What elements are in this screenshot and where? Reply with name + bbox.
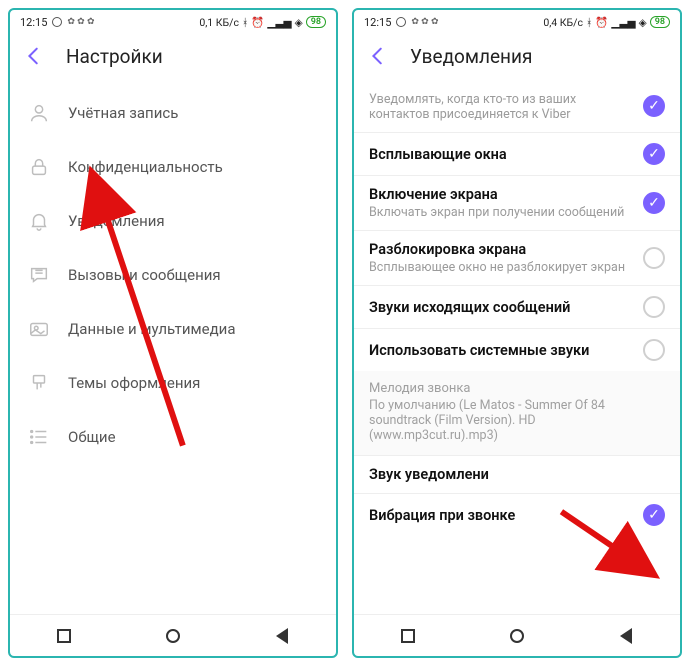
statusbar: 12:15 ✿ ✿ ✿ 0,1 КБ/с ᚼ ⏰ ▁▃▅ ◈ 98 [10, 10, 336, 32]
appbar: Настройки [10, 32, 336, 80]
toggle-radio[interactable] [643, 296, 665, 318]
whatsapp-icon [395, 16, 407, 28]
menu-item-label: Учётная запись [68, 104, 178, 122]
brush-icon [28, 372, 50, 394]
android-navbar [354, 614, 680, 656]
setting-row[interactable]: Уведомлять, когда кто-то из ваших контак… [354, 80, 680, 132]
wifi-icon: ◈ [295, 16, 303, 29]
alarm-icon: ⏰ [251, 16, 264, 29]
nav-recent-button[interactable] [399, 627, 417, 645]
setting-subtitle: Всплывающее окно не разблокирует экран [369, 260, 633, 275]
setting-title: Всплывающие окна [369, 146, 633, 163]
setting-title: Вибрация при звонке [369, 507, 633, 524]
setting-row[interactable]: Звуки исходящих сообщений [354, 285, 680, 328]
settings-content: Учётная запись Конфиденциальность Уведомле… [10, 80, 336, 614]
bell-icon [28, 210, 50, 232]
setting-row[interactable]: Использовать системные звуки [354, 328, 680, 371]
photo-icon [28, 318, 50, 340]
wifi-icon: ◈ [639, 16, 647, 29]
menu-item-bell[interactable]: Уведомления [10, 194, 336, 248]
status-time: 12:15 [20, 16, 47, 29]
signal-icon: ▁▃▅ [267, 16, 291, 29]
ringtone-section[interactable]: Мелодия звонка По умолчанию (Le Matos - S… [354, 371, 680, 455]
menu-item-label: Уведомления [68, 212, 165, 230]
setting-row[interactable]: Звук уведомлени [354, 455, 680, 493]
lock-icon [28, 156, 50, 178]
setting-title: Разблокировка экрана [369, 241, 633, 258]
setting-row[interactable]: Включение экрана Включать экран при получ… [354, 175, 680, 230]
toggle-radio[interactable]: ✓ [643, 95, 665, 117]
page-title: Уведомления [410, 45, 532, 68]
menu-item-list[interactable]: Общие [10, 410, 336, 464]
status-time: 12:15 [364, 16, 391, 29]
setting-row[interactable]: Вибрация при звонке ✓ [354, 493, 680, 536]
android-navbar [10, 614, 336, 656]
toggle-radio[interactable]: ✓ [643, 192, 665, 214]
status-battery: 98 [650, 16, 670, 28]
page-title: Настройки [66, 45, 163, 68]
appbar: Уведомления [354, 32, 680, 80]
nav-recent-button[interactable] [55, 627, 73, 645]
setting-title: Звук уведомлени [369, 466, 665, 483]
gear-icons: ✿ ✿ ✿ [411, 17, 438, 27]
list-icon [28, 426, 50, 448]
menu-item-label: Данные и мультимедиа [68, 320, 235, 338]
toggle-radio[interactable]: ✓ [643, 143, 665, 165]
chat-icon [28, 264, 50, 286]
menu-item-label: Вызовы и сообщения [68, 266, 221, 284]
phone-right: 12:15 ✿ ✿ ✿ 0,4 КБ/с ᚼ ⏰ ▁▃▅ ◈ 98 Уведом… [352, 8, 682, 658]
signal-icon: ▁▃▅ [611, 16, 635, 29]
toggle-radio[interactable]: ✓ [643, 504, 665, 526]
nav-home-button[interactable] [164, 627, 182, 645]
phone-left: 12:15 ✿ ✿ ✿ 0,1 КБ/с ᚼ ⏰ ▁▃▅ ◈ 98 Настро… [8, 8, 338, 658]
status-data: 0,4 КБ/с [543, 16, 583, 29]
setting-row[interactable]: Всплывающие окна ✓ [354, 132, 680, 175]
toggle-radio[interactable] [643, 339, 665, 361]
setting-title: Использовать системные звуки [369, 342, 633, 359]
bluetooth-icon: ᚼ [242, 16, 248, 29]
menu-item-photo[interactable]: Данные и мультимедиа [10, 302, 336, 356]
back-button[interactable] [366, 44, 390, 68]
statusbar: 12:15 ✿ ✿ ✿ 0,4 КБ/с ᚼ ⏰ ▁▃▅ ◈ 98 [354, 10, 680, 32]
ringtone-value: По умолчанию (Le Matos - Summer Of 84 so… [369, 398, 665, 443]
menu-item-user[interactable]: Учётная запись [10, 86, 336, 140]
ringtone-caption: Мелодия звонка [369, 381, 665, 396]
setting-title: Включение экрана [369, 186, 633, 203]
status-battery: 98 [306, 16, 326, 28]
nav-back-button[interactable] [273, 627, 291, 645]
back-button[interactable] [22, 44, 46, 68]
whatsapp-icon [51, 16, 63, 28]
user-icon [28, 102, 50, 124]
menu-item-label: Темы оформления [68, 374, 200, 392]
notifications-content: Уведомлять, когда кто-то из ваших контак… [354, 80, 680, 614]
status-data: 0,1 КБ/с [199, 16, 239, 29]
setting-subtitle: Уведомлять, когда кто-то из ваших контак… [369, 92, 633, 122]
menu-item-label: Общие [68, 428, 116, 446]
setting-title: Звуки исходящих сообщений [369, 299, 633, 316]
bluetooth-icon: ᚼ [586, 16, 592, 29]
alarm-icon: ⏰ [595, 16, 608, 29]
nav-home-button[interactable] [508, 627, 526, 645]
setting-row[interactable]: Разблокировка экрана Всплывающее окно не … [354, 230, 680, 285]
menu-item-chat[interactable]: Вызовы и сообщения [10, 248, 336, 302]
nav-back-button[interactable] [617, 627, 635, 645]
toggle-radio[interactable] [643, 247, 665, 269]
menu-item-brush[interactable]: Темы оформления [10, 356, 336, 410]
menu-item-label: Конфиденциальность [68, 158, 223, 176]
setting-subtitle: Включать экран при получении сообщений [369, 205, 633, 220]
gear-icons: ✿ ✿ ✿ [67, 17, 94, 27]
menu-item-lock[interactable]: Конфиденциальность [10, 140, 336, 194]
